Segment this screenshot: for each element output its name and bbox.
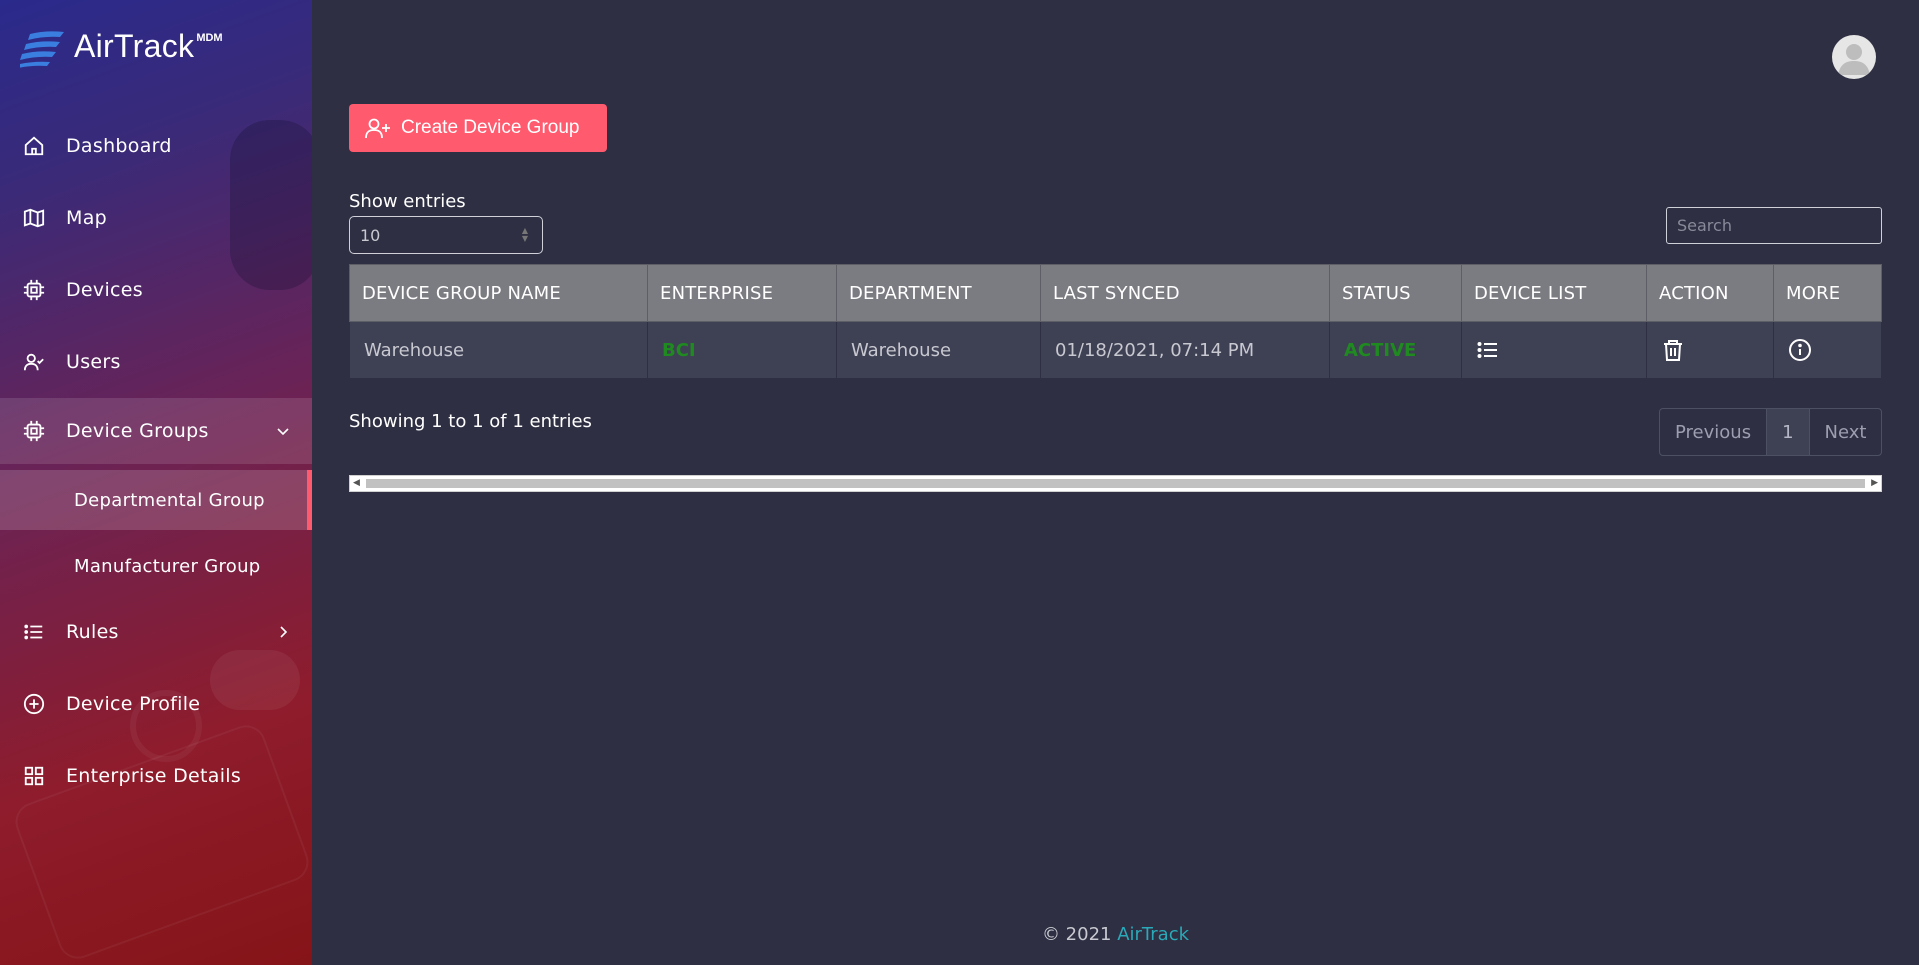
sidebar-item-device-profile[interactable]: Device Profile <box>0 668 312 740</box>
chip-icon <box>22 278 46 302</box>
pagination-previous[interactable]: Previous <box>1660 409 1766 455</box>
user-avatar[interactable] <box>1832 35 1876 79</box>
sidebar-item-device-groups[interactable]: Device Groups <box>0 398 312 464</box>
cell-last-synced: 01/18/2021, 07:14 PM <box>1040 321 1330 379</box>
chevron-down-icon <box>277 428 289 436</box>
sidebar-nav: Dashboard Map Devices Users Device Group… <box>0 110 312 812</box>
map-icon <box>22 206 46 230</box>
footer: © 2021 AirTrack <box>0 924 1919 945</box>
sidebar-item-label: Dashboard <box>66 135 172 157</box>
sidebar-item-dashboard[interactable]: Dashboard <box>0 110 312 182</box>
column-header-enterprise[interactable]: ENTERPRISE <box>647 264 837 322</box>
cell-department: Warehouse <box>836 321 1041 379</box>
device-list-icon[interactable] <box>1476 338 1500 362</box>
column-header-device-group-name[interactable]: DEVICE GROUP NAME <box>349 264 648 322</box>
trash-icon[interactable] <box>1661 338 1685 362</box>
column-header-device-list[interactable]: DEVICE LIST <box>1461 264 1647 322</box>
scroll-right-icon[interactable]: ▶ <box>1871 478 1878 488</box>
horizontal-scrollbar[interactable]: ◀ ▶ <box>349 475 1882 492</box>
pagination-next[interactable]: Next <box>1810 409 1882 455</box>
cell-device-group-name: Warehouse <box>349 321 648 379</box>
sidebar-subitem-label: Manufacturer Group <box>74 555 261 577</box>
column-header-action[interactable]: ACTION <box>1646 264 1774 322</box>
scroll-left-icon[interactable]: ◀ <box>353 478 360 488</box>
create-device-group-button[interactable]: Create Device Group <box>349 104 607 152</box>
sidebar-item-devices[interactable]: Devices <box>0 254 312 326</box>
sidebar-item-label: Map <box>66 207 107 229</box>
sidebar-item-map[interactable]: Map <box>0 182 312 254</box>
user-check-icon <box>22 350 46 374</box>
table-header-row: DEVICE GROUP NAME ENTERPRISE DEPARTMENT … <box>349 264 1882 322</box>
column-header-department[interactable]: DEPARTMENT <box>836 264 1041 322</box>
chevron-right-icon <box>280 626 288 638</box>
column-header-status[interactable]: STATUS <box>1329 264 1462 322</box>
sidebar-subitem-departmental-group[interactable]: Departmental Group <box>0 470 312 530</box>
home-icon <box>22 134 46 158</box>
column-header-more[interactable]: MORE <box>1773 264 1882 322</box>
plus-circle-icon <box>22 692 46 716</box>
sidebar: AirTrack MDM Dashboard Map Devices Users… <box>0 0 312 965</box>
airtrack-logo-icon <box>20 31 64 68</box>
table-row: Warehouse BCI Warehouse 01/18/2021, 07:1… <box>349 321 1882 379</box>
create-device-group-label: Create Device Group <box>401 117 580 138</box>
sidebar-item-rules[interactable]: Rules <box>0 596 312 668</box>
footer-copyright: © 2021 <box>1041 924 1112 945</box>
sidebar-subitem-label: Departmental Group <box>74 489 265 511</box>
footer-brand-link[interactable]: AirTrack <box>1117 924 1189 945</box>
sidebar-item-label: Enterprise Details <box>66 765 242 787</box>
scrollbar-thumb[interactable] <box>366 479 1865 488</box>
sidebar-item-label: Device Groups <box>66 420 209 442</box>
cell-action <box>1646 321 1774 379</box>
sidebar-item-users[interactable]: Users <box>0 326 312 398</box>
sidebar-item-enterprise-details[interactable]: Enterprise Details <box>0 740 312 812</box>
sidebar-item-label: Rules <box>66 621 119 643</box>
sidebar-item-label: Device Profile <box>66 693 201 715</box>
user-plus-icon <box>365 118 390 139</box>
cell-more <box>1773 321 1882 379</box>
cell-enterprise: BCI <box>647 321 837 379</box>
entries-select-value: 10 <box>360 225 381 245</box>
cell-device-list <box>1461 321 1647 379</box>
select-arrows-icon: ▲ ▼ <box>521 226 528 243</box>
search-input[interactable] <box>1666 207 1882 244</box>
grid-icon <box>22 764 46 788</box>
pagination: Previous 1 Next <box>1659 408 1883 456</box>
device-group-table: DEVICE GROUP NAME ENTERPRISE DEPARTMENT … <box>349 264 1882 379</box>
entries-select[interactable]: 10 ▲ ▼ <box>349 216 543 254</box>
column-header-last-synced[interactable]: LAST SYNCED <box>1040 264 1330 322</box>
app-logo[interactable]: AirTrack MDM <box>20 28 223 68</box>
user-avatar-icon <box>1838 44 1870 75</box>
app-name-superscript: MDM <box>196 32 223 44</box>
table-info: Showing 1 to 1 of 1 entries <box>349 411 592 432</box>
chip-icon <box>22 419 46 443</box>
sidebar-item-label: Users <box>66 351 121 373</box>
cell-status: ACTIVE <box>1329 321 1462 379</box>
show-entries-label: Show entries <box>349 191 466 212</box>
app-name: AirTrack <box>74 28 195 64</box>
sidebar-item-label: Devices <box>66 279 143 301</box>
info-icon[interactable] <box>1788 338 1812 362</box>
sidebar-subitem-manufacturer-group[interactable]: Manufacturer Group <box>0 536 312 596</box>
pagination-page-1[interactable]: 1 <box>1766 409 1810 455</box>
list-icon <box>22 620 46 644</box>
